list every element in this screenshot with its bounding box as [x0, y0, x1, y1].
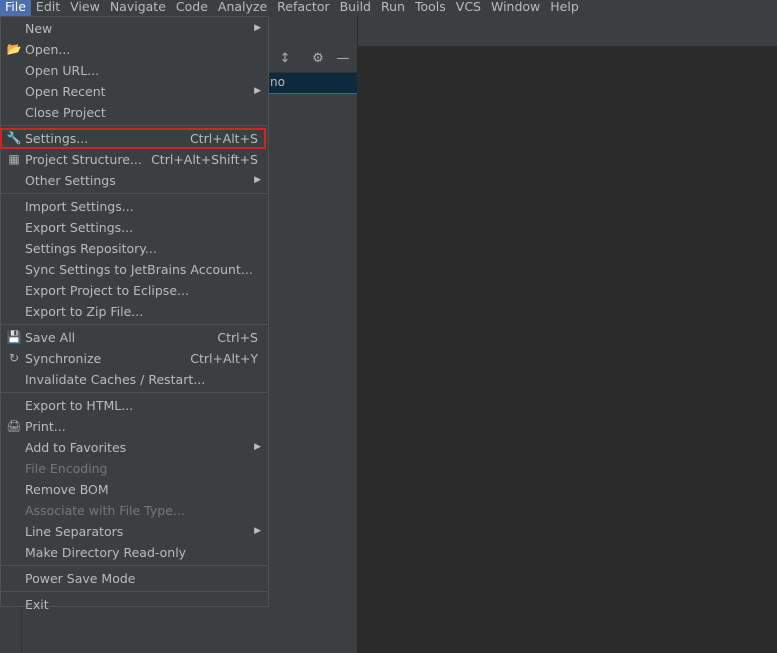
menu-navigate[interactable]: Navigate: [105, 0, 171, 16]
menu-item-other-settings[interactable]: Other Settings ▶: [1, 170, 268, 191]
submenu-arrow-icon: ▶: [254, 23, 261, 33]
menu-item-label: Import Settings...: [25, 199, 134, 214]
menu-item-label: Open Recent: [25, 84, 106, 99]
submenu-arrow-icon: ▶: [254, 175, 261, 185]
menu-item-label: Save All: [25, 330, 76, 345]
menu-item-label: Power Save Mode: [25, 571, 136, 586]
menu-item-new[interactable]: New ▶: [1, 18, 268, 39]
menu-item-label: Open...: [25, 42, 71, 57]
menu-bar: File Edit View Navigate Code Analyze Ref…: [0, 0, 777, 16]
menu-separator: [1, 591, 268, 592]
menu-item-save-all[interactable]: 💾 Save All Ctrl+S: [1, 327, 268, 348]
menu-analyze[interactable]: Analyze: [213, 0, 272, 16]
menu-item-label: New: [25, 21, 53, 36]
menu-item-label: Export to Zip File...: [25, 304, 144, 319]
project-structure-icon: ▦: [8, 152, 20, 166]
editor-tab-bar: [358, 16, 777, 47]
wrench-icon: 🔧: [6, 131, 22, 145]
menu-file[interactable]: File: [0, 0, 31, 16]
submenu-arrow-icon: ▶: [254, 86, 261, 96]
menu-item-label: Add to Favorites: [25, 440, 127, 455]
menu-item-label: Project Structure...: [25, 152, 142, 167]
menu-item-shortcut: Ctrl+Alt+Y: [190, 351, 258, 366]
menu-item-label: Synchronize: [25, 351, 102, 366]
menu-item-settings[interactable]: 🔧 Settings... Ctrl+Alt+S: [0, 128, 268, 149]
menu-view[interactable]: View: [65, 0, 105, 16]
menu-item-print[interactable]: 🖨 Print...: [1, 416, 268, 437]
submenu-arrow-icon: ▶: [254, 442, 261, 452]
menu-item-synchronize[interactable]: ↻ Synchronize Ctrl+Alt+Y: [1, 348, 268, 369]
menu-item-project-structure[interactable]: ▦ Project Structure... Ctrl+Alt+Shift+S: [1, 149, 268, 170]
menu-item-shortcut: Ctrl+Alt+S: [189, 131, 258, 146]
menu-item-label: Remove BOM: [25, 482, 109, 497]
menu-refactor[interactable]: Refactor: [272, 0, 334, 16]
minimize-icon[interactable]: —: [335, 51, 351, 67]
menu-code[interactable]: Code: [171, 0, 213, 16]
menu-item-import-settings[interactable]: Import Settings...: [1, 196, 268, 217]
menu-item-label: Settings...: [25, 131, 89, 146]
menu-item-remove-bom[interactable]: Remove BOM: [1, 479, 268, 500]
gear-icon[interactable]: ⚙: [310, 51, 326, 67]
menu-item-label: Print...: [25, 419, 66, 434]
menu-vcs[interactable]: VCS: [451, 0, 486, 16]
save-icon: 💾: [6, 330, 22, 344]
printer-icon: 🖨: [6, 419, 22, 433]
project-tree-item-label: no: [270, 75, 285, 89]
menu-item-label: Line Separators: [25, 524, 124, 539]
menu-item-make-read-only[interactable]: Make Directory Read-only: [1, 542, 268, 563]
menu-item-label: Open URL...: [25, 63, 100, 78]
menu-item-exit[interactable]: Exit: [1, 594, 268, 615]
file-menu: New ▶ 📂 Open... Open URL... Open Recent …: [0, 16, 269, 612]
submenu-arrow-icon: ▶: [254, 526, 261, 536]
sync-icon: ↻: [8, 351, 20, 365]
menu-item-power-save-mode[interactable]: Power Save Mode: [1, 568, 268, 589]
menu-separator: [1, 125, 268, 126]
collapse-icon[interactable]: ↕: [277, 51, 293, 67]
menu-separator: [1, 392, 268, 393]
menu-separator: [1, 565, 268, 566]
menu-item-label: Associate with File Type...: [25, 503, 185, 518]
menu-item-open-recent[interactable]: Open Recent ▶: [1, 81, 268, 102]
menu-item-open-url[interactable]: Open URL...: [1, 60, 268, 81]
menu-item-export-html[interactable]: Export to HTML...: [1, 395, 268, 416]
menu-item-label: Export Project to Eclipse...: [25, 283, 189, 298]
menu-item-label: Export Settings...: [25, 220, 134, 235]
menu-item-open[interactable]: 📂 Open...: [1, 39, 268, 60]
menu-window[interactable]: Window: [486, 0, 545, 16]
menu-item-settings-repository[interactable]: Settings Repository...: [1, 238, 268, 259]
menu-build[interactable]: Build: [335, 0, 376, 16]
menu-item-export-zip[interactable]: Export to Zip File...: [1, 301, 268, 322]
menu-tools[interactable]: Tools: [410, 0, 451, 16]
menu-edit[interactable]: Edit: [31, 0, 65, 16]
menu-item-label: Close Project: [25, 105, 106, 120]
menu-item-file-encoding: File Encoding: [1, 458, 268, 479]
editor-area[interactable]: [358, 46, 777, 653]
menu-item-label: Settings Repository...: [25, 241, 157, 256]
menu-item-close-project[interactable]: Close Project: [1, 102, 268, 123]
menu-item-associate-file-type: Associate with File Type...: [1, 500, 268, 521]
menu-item-label: Make Directory Read-only: [25, 545, 187, 560]
folder-icon: 📂: [6, 42, 22, 56]
menu-item-label: Export to HTML...: [25, 398, 134, 413]
menu-item-export-eclipse[interactable]: Export Project to Eclipse...: [1, 280, 268, 301]
menu-separator: [1, 193, 268, 194]
menu-separator: [1, 324, 268, 325]
menu-help[interactable]: Help: [545, 0, 584, 16]
menu-run[interactable]: Run: [376, 0, 410, 16]
menu-item-add-to-favorites[interactable]: Add to Favorites ▶: [1, 437, 268, 458]
menu-item-label: Exit: [25, 597, 49, 612]
menu-item-label: Sync Settings to JetBrains Account...: [25, 262, 253, 277]
menu-item-label: Other Settings: [25, 173, 116, 188]
menu-item-shortcut: Ctrl+Alt+Shift+S: [151, 152, 258, 167]
menu-item-sync-settings[interactable]: Sync Settings to JetBrains Account...: [1, 259, 268, 280]
menu-item-export-settings[interactable]: Export Settings...: [1, 217, 268, 238]
menu-item-shortcut: Ctrl+S: [217, 330, 258, 345]
menu-item-invalidate-caches[interactable]: Invalidate Caches / Restart...: [1, 369, 268, 390]
menu-item-label: File Encoding: [25, 461, 108, 476]
menu-item-label: Invalidate Caches / Restart...: [25, 372, 206, 387]
menu-item-line-separators[interactable]: Line Separators ▶: [1, 521, 268, 542]
